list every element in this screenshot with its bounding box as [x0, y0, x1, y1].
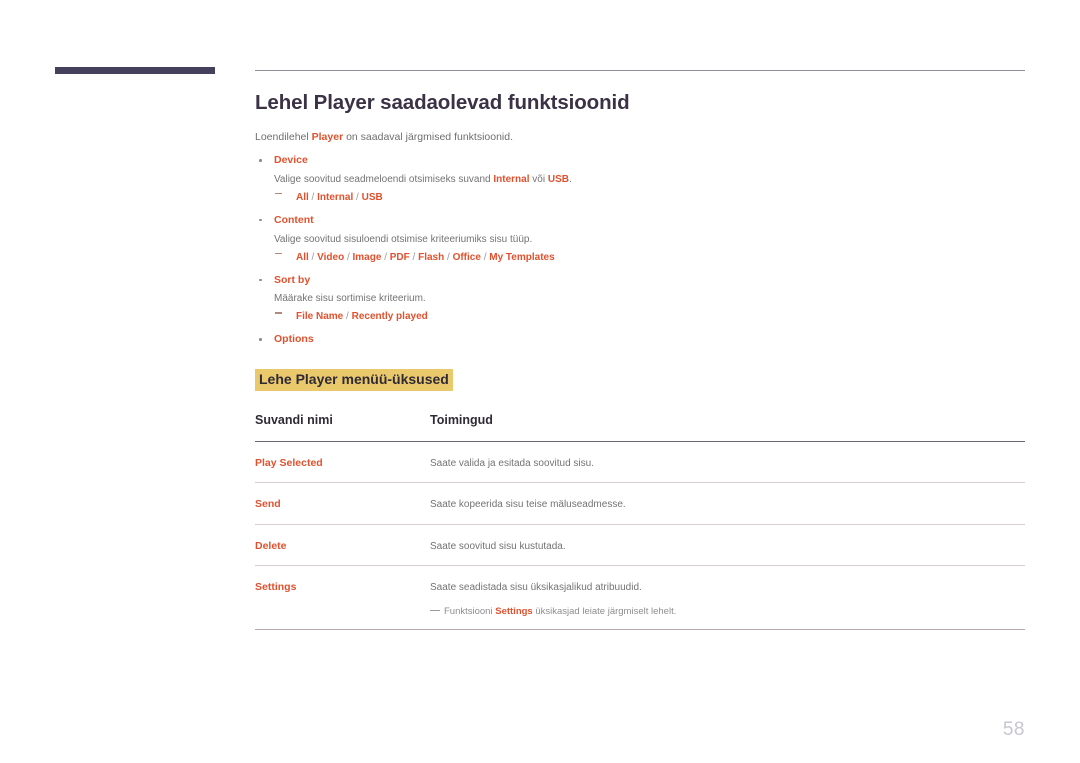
- bullet-dot-icon: [259, 159, 262, 162]
- menu-item-action: Saate seadistada sisu üksikasjalikud atr…: [430, 582, 642, 594]
- dash-marker-icon: [275, 252, 282, 255]
- option-value: All: [296, 251, 309, 263]
- option-separator: /: [409, 251, 419, 263]
- bullet-item-device: Device Valige soovitud seadmeloendi otsi…: [255, 154, 1025, 205]
- menu-item-name: Play Selected: [255, 456, 323, 469]
- table-cell-name: Send: [255, 482, 430, 525]
- table-cell-action: Saate valida ja esitada soovitud sisu.: [430, 441, 1025, 484]
- bullet-description: Määrake sisu sortimise kriteerium.: [274, 293, 426, 305]
- option-value: Video: [317, 251, 345, 263]
- intro-paragraph: Loendilehel Player on saadaval järgmised…: [255, 130, 1025, 145]
- option-value: My Templates: [489, 251, 555, 263]
- option-value: File Name: [296, 311, 344, 323]
- menu-item-action: Saate soovitud sisu kustutada.: [430, 540, 566, 552]
- option-separator: /: [353, 191, 362, 203]
- table-row: Settings Saate seadistada sisu üksikasja…: [255, 565, 1025, 630]
- dash-marker-icon: [275, 192, 282, 195]
- option-value: Flash: [418, 251, 445, 263]
- option-value: All: [296, 191, 309, 203]
- table-body: Play Selected Saate valida ja esitada so…: [255, 441, 1025, 630]
- bullet-label: Sort by: [274, 273, 311, 286]
- option-value: Office: [452, 251, 481, 263]
- menu-item-note: Funktsiooni Settings üksikasjad leiate j…: [430, 605, 1025, 618]
- table-row: Send Saate kopeerida sisu teise mälusead…: [255, 482, 1025, 525]
- note-text-before: Funktsiooni: [444, 605, 496, 617]
- desc-keyword-usb: USB: [547, 173, 569, 185]
- option-separator: /: [381, 251, 390, 263]
- note-dash-icon: [430, 609, 440, 612]
- desc-middle: või: [529, 173, 548, 185]
- option-separator: /: [344, 251, 353, 263]
- table-header-row: Suvandi nimi Toimingud: [255, 413, 1025, 442]
- option-separator: /: [444, 251, 453, 263]
- bullet-options: File Name / Recently played: [296, 311, 428, 322]
- option-separator: /: [480, 251, 490, 263]
- note-keyword-settings: Settings: [495, 605, 533, 617]
- table-cell-action: Saate soovitud sisu kustutada.: [430, 524, 1025, 567]
- menu-item-action: Saate valida ja esitada soovitud sisu.: [430, 457, 594, 469]
- bullet-dot-icon: [259, 278, 262, 282]
- bullet-item-content: Content Valige soovitud sisuloendi otsim…: [255, 214, 1025, 265]
- table-row: Delete Saate soovitud sisu kustutada.: [255, 524, 1025, 567]
- menu-item-name: Delete: [255, 539, 287, 552]
- menu-items-table: Suvandi nimi Toimingud Play Selected Saa…: [255, 413, 1025, 630]
- option-value: Image: [352, 251, 382, 263]
- page-content: Lehel Player saadaolevad funktsioonid Lo…: [255, 90, 1025, 630]
- bullet-label: Options: [274, 333, 314, 346]
- page-number: 58: [1002, 719, 1025, 740]
- desc-before: Valige soovitud seadmeloendi otsimiseks …: [274, 173, 494, 185]
- feature-bullet-list: Device Valige soovitud seadmeloendi otsi…: [255, 154, 1025, 347]
- column-header-option-name: Suvandi nimi: [255, 412, 333, 427]
- bullet-dot-icon: [259, 338, 262, 341]
- menu-item-action: Saate kopeerida sisu teise mäluseadmesse…: [430, 499, 626, 511]
- bullet-item-options: Options: [255, 333, 1025, 347]
- table-cell-action: Saate kopeerida sisu teise mäluseadmesse…: [430, 482, 1025, 525]
- bullet-label: Content: [274, 213, 314, 226]
- table-cell-name: Settings: [255, 565, 430, 630]
- bullet-label: Device: [274, 154, 308, 167]
- menu-item-name: Send: [255, 498, 281, 511]
- bullet-options: All / Video / Image / PDF / Flash / Offi…: [296, 252, 555, 263]
- table-cell-name: Play Selected: [255, 441, 430, 484]
- desc-after: .: [568, 173, 572, 185]
- bullet-description: Valige soovitud sisuloendi otsimise krit…: [274, 233, 533, 245]
- note-text-after: üksikasjad leiate järgmiselt lehelt.: [532, 605, 677, 617]
- intro-text-after: on saadaval järgmised funktsioonid.: [343, 130, 514, 143]
- option-value: Internal: [317, 191, 354, 203]
- option-value: USB: [361, 191, 383, 203]
- bullet-options-row: File Name / Recently played: [274, 306, 428, 323]
- table-cell-action: Saate seadistada sisu üksikasjalikud atr…: [430, 565, 1025, 630]
- intro-keyword-player: Player: [311, 130, 344, 143]
- bullet-description: Valige soovitud seadmeloendi otsimiseks …: [274, 173, 1025, 187]
- column-header-actions: Toimingud: [430, 412, 493, 427]
- header-rule: [255, 70, 1025, 71]
- bullet-item-sort-by: Sort by Määrake sisu sortimise kriteeriu…: [255, 274, 1025, 325]
- table-cell-name: Delete: [255, 524, 430, 567]
- page-title: Lehel Player saadaolevad funktsioonid: [255, 91, 630, 114]
- decorative-corner-bar: [55, 67, 215, 74]
- table-head: Suvandi nimi Toimingud: [255, 413, 1025, 442]
- bullet-options-row: All / Video / Image / PDF / Flash / Offi…: [274, 247, 555, 264]
- table-row: Play Selected Saate valida ja esitada so…: [255, 441, 1025, 484]
- intro-text-before: Loendilehel: [255, 130, 312, 143]
- option-separator: /: [308, 251, 318, 263]
- option-value: PDF: [389, 251, 410, 263]
- menu-item-name: Settings: [255, 581, 297, 594]
- subheading-highlighted: Lehe Player menüü-üksused: [255, 368, 453, 391]
- bullet-options: All / Internal / USB: [296, 192, 383, 203]
- bullet-options-row: All / Internal / USB: [274, 187, 383, 204]
- subheading-container: Lehe Player menüü-üksused: [255, 368, 1025, 391]
- option-separator: /: [343, 311, 352, 323]
- desc-keyword-internal: Internal: [493, 173, 530, 185]
- dash-marker-icon: [275, 312, 282, 314]
- option-separator: /: [308, 191, 318, 203]
- option-value: Recently played: [351, 311, 428, 323]
- bullet-dot-icon: [259, 218, 262, 222]
